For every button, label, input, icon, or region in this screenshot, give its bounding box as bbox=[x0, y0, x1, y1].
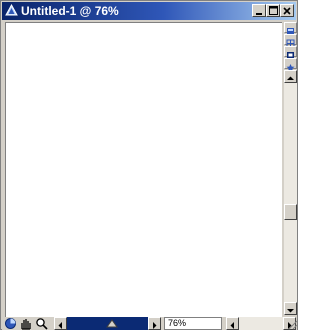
scroll-left-button[interactable] bbox=[54, 317, 67, 330]
chevron-right-icon bbox=[153, 322, 157, 329]
panel-button-symbol[interactable] bbox=[284, 58, 297, 72]
hand-tool-icon[interactable] bbox=[19, 317, 32, 330]
view-mode-icon[interactable] bbox=[4, 317, 17, 330]
app-icon bbox=[5, 4, 18, 16]
chevron-down-icon bbox=[287, 309, 294, 313]
horizontal-scroll-thumb[interactable] bbox=[106, 319, 118, 328]
panel-button-frame[interactable] bbox=[284, 46, 297, 58]
scroll-right-button[interactable] bbox=[148, 317, 161, 330]
horizontal-scrollbar[interactable] bbox=[54, 317, 161, 330]
scroll-down-button[interactable] bbox=[284, 302, 297, 315]
vertical-scrollbar[interactable] bbox=[284, 70, 297, 315]
scroll-up-button[interactable] bbox=[284, 70, 297, 83]
panel-button-layers[interactable] bbox=[284, 22, 297, 34]
vertical-scroll-thumb[interactable] bbox=[284, 204, 297, 220]
status-bar: 76% bbox=[2, 317, 298, 330]
chevron-up-icon bbox=[287, 76, 294, 80]
chevron-left-icon bbox=[230, 322, 234, 329]
panel-button-grid[interactable] bbox=[284, 34, 297, 48]
title-bar[interactable]: Untitled-1 @ 76% bbox=[2, 2, 296, 20]
right-panel bbox=[284, 22, 297, 317]
maximize-button[interactable] bbox=[266, 4, 280, 17]
maximize-icon bbox=[268, 6, 278, 15]
minimize-icon bbox=[256, 12, 262, 15]
resize-grip-icon[interactable] bbox=[285, 317, 298, 330]
close-icon bbox=[283, 6, 291, 15]
close-button[interactable] bbox=[280, 4, 294, 17]
scroll-left-button-secondary[interactable] bbox=[226, 317, 239, 330]
minimize-button[interactable] bbox=[252, 4, 266, 17]
document-window: Untitled-1 @ 76% 76% bbox=[0, 0, 298, 330]
document-canvas[interactable] bbox=[5, 22, 282, 317]
zoom-tool-icon[interactable] bbox=[35, 317, 48, 330]
window-title: Untitled-1 @ 76% bbox=[21, 4, 119, 18]
zoom-field[interactable]: 76% bbox=[164, 317, 222, 330]
chevron-left-icon bbox=[58, 322, 62, 329]
